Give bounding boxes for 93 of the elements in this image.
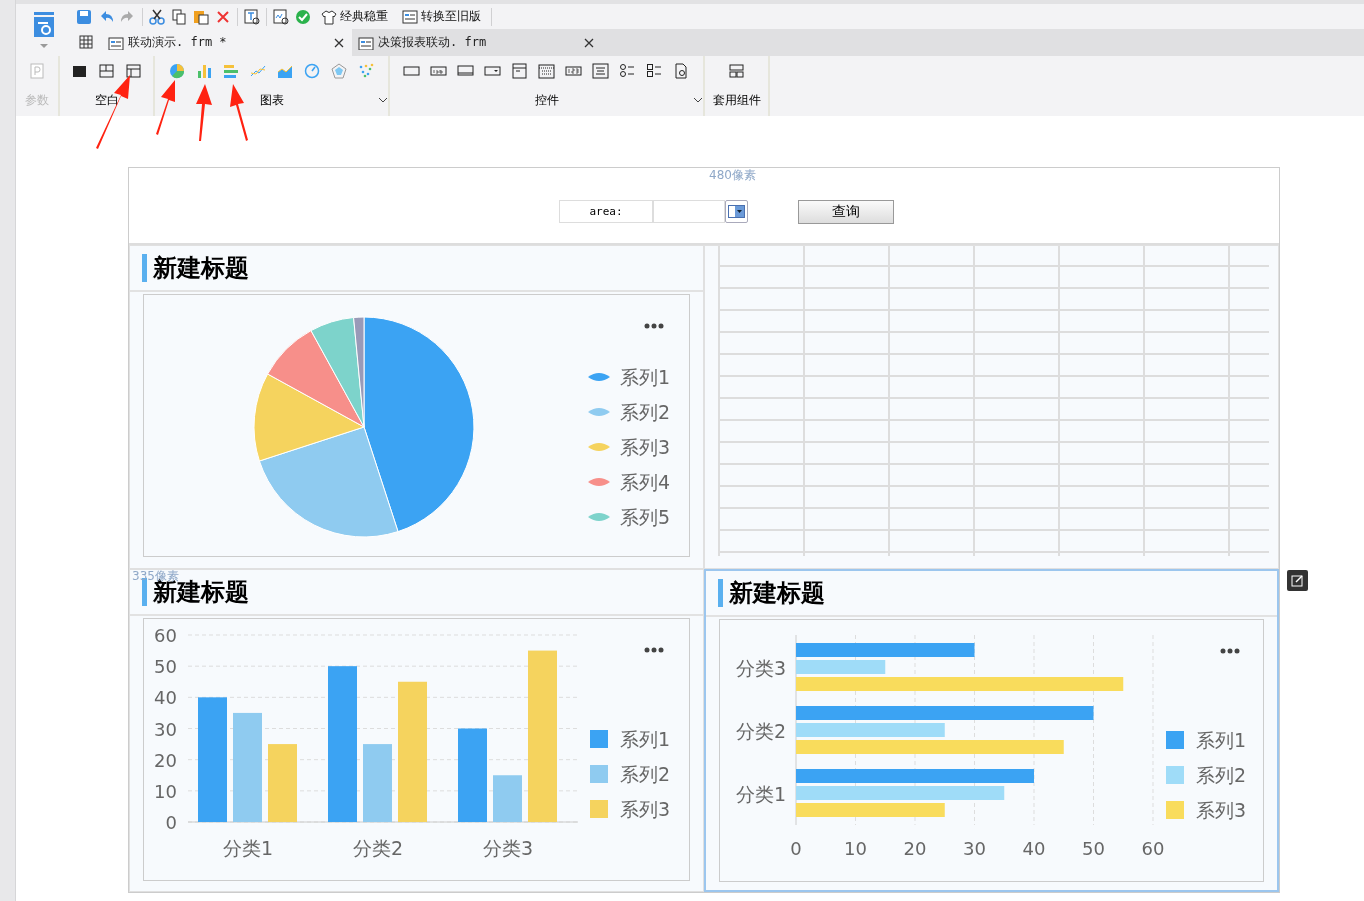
legend-label: 系列1 xyxy=(620,366,671,388)
axis-label: 20 xyxy=(903,838,927,859)
group-label: 参数 xyxy=(25,91,49,109)
bar xyxy=(493,775,522,822)
legend-label: 系列5 xyxy=(620,506,671,528)
legend-marker xyxy=(1166,731,1184,749)
check-icon[interactable] xyxy=(295,8,311,25)
close-icon[interactable] xyxy=(584,37,594,48)
axis-label: 0 xyxy=(165,812,177,833)
axis-label: 60 xyxy=(154,625,177,646)
paste-icon[interactable] xyxy=(193,8,209,25)
annotation-arrow xyxy=(156,80,175,135)
calendar-icon[interactable] xyxy=(538,62,555,80)
component-icon[interactable] xyxy=(728,62,745,80)
legend-marker xyxy=(590,800,608,818)
title-marker xyxy=(142,254,147,282)
form-icon xyxy=(108,35,124,50)
legend-marker xyxy=(1166,766,1184,784)
legend-label: 系列3 xyxy=(1196,799,1247,821)
save-icon[interactable] xyxy=(76,8,92,25)
axis-label: 10 xyxy=(154,780,177,802)
legend-label: 系列3 xyxy=(620,436,671,458)
annotation-arrow xyxy=(196,84,212,141)
axis-label: 40 xyxy=(154,687,177,709)
legend-label: 系列4 xyxy=(620,471,671,493)
date-picker-icon[interactable] xyxy=(511,62,528,80)
legend-label: 系列3 xyxy=(620,798,671,820)
query-label: area: xyxy=(559,200,653,223)
grid-icon[interactable] xyxy=(79,34,95,51)
axis-label: 0 xyxy=(790,838,802,859)
annotation-arrow xyxy=(230,84,248,141)
legend-label: 系列1 xyxy=(620,728,671,750)
convert-button[interactable]: 转换至旧版 xyxy=(398,8,485,25)
legend-label: 系列1 xyxy=(1196,729,1247,751)
more-icon[interactable] xyxy=(644,647,664,653)
split-layout-icon[interactable] xyxy=(98,62,115,80)
widget-title: 新建标题 xyxy=(729,578,825,609)
close-icon[interactable] xyxy=(334,37,344,48)
table-layout-icon[interactable] xyxy=(125,62,142,80)
width-hint: 480像素 xyxy=(709,167,756,184)
axis-label: 50 xyxy=(1082,838,1105,859)
shirt-icon xyxy=(321,8,337,25)
checkbox-group-icon[interactable] xyxy=(646,62,663,80)
text-search-icon[interactable] xyxy=(244,8,260,25)
category-label: 分类2 xyxy=(735,720,786,742)
theme-button[interactable]: 经典稳重 xyxy=(317,8,392,25)
group-label: 图表 xyxy=(259,91,284,109)
legend-marker xyxy=(1166,801,1184,819)
file-tab[interactable]: 联动演示. frm * xyxy=(102,29,352,56)
title-marker xyxy=(718,579,723,607)
axis-label: 50 xyxy=(154,656,177,678)
legend-marker xyxy=(590,765,608,783)
preview-icon[interactable] xyxy=(273,8,289,25)
app-logo-icon[interactable] xyxy=(32,10,56,50)
chevron-down-icon[interactable] xyxy=(693,96,703,104)
axis-label: 40 xyxy=(1022,838,1046,859)
axis-label: 30 xyxy=(963,838,986,859)
category-label: 分类1 xyxy=(222,837,274,859)
form-icon xyxy=(402,8,418,25)
axis-label: 60 xyxy=(1141,838,1165,859)
edit-icon[interactable] xyxy=(1287,570,1308,591)
input-field[interactable] xyxy=(653,200,725,223)
widget-title: 新建标题 xyxy=(153,253,249,284)
title-marker xyxy=(142,578,147,606)
query-button[interactable]: 查询 xyxy=(798,199,894,224)
chart-widget[interactable]: 新建标题 分类3 分类2 分类1 0 10 20 30 40 50 60 系列1 系列2 系列3 xyxy=(704,569,1279,892)
form-icon xyxy=(358,35,374,50)
more-icon[interactable] xyxy=(644,323,664,329)
axis-label: 30 xyxy=(154,718,177,740)
chevron-down-icon[interactable] xyxy=(378,96,388,104)
radio-group-icon[interactable] xyxy=(619,62,636,80)
dropdown-button[interactable] xyxy=(725,200,748,223)
text-area-icon[interactable] xyxy=(592,62,609,80)
scissors-icon[interactable] xyxy=(149,8,165,25)
axis-label: 20 xyxy=(154,749,177,771)
group-label: 空白 xyxy=(94,91,119,109)
category-label: 分类3 xyxy=(735,657,786,679)
category-label: 分类3 xyxy=(482,837,534,859)
copy-icon[interactable] xyxy=(171,8,187,25)
category-label: 分类1 xyxy=(735,783,786,805)
search-icon[interactable] xyxy=(673,62,690,80)
group-label: 套用组件 xyxy=(712,91,761,109)
legend-label: 系列2 xyxy=(1196,764,1247,786)
chart-widget[interactable]: 新建标题 系列1 系列2 系列3 系列4 系列5 xyxy=(129,245,704,569)
delete-icon[interactable] xyxy=(215,8,231,25)
legend-label: 系列2 xyxy=(620,401,671,423)
legend-label: 系列2 xyxy=(620,763,671,785)
category-label: 分类2 xyxy=(352,837,404,859)
radar-chart-icon[interactable] xyxy=(330,62,348,80)
axis-label: 10 xyxy=(844,838,867,859)
legend-marker xyxy=(590,730,608,748)
more-icon[interactable] xyxy=(1220,648,1240,654)
group-label: 控件 xyxy=(534,91,559,109)
